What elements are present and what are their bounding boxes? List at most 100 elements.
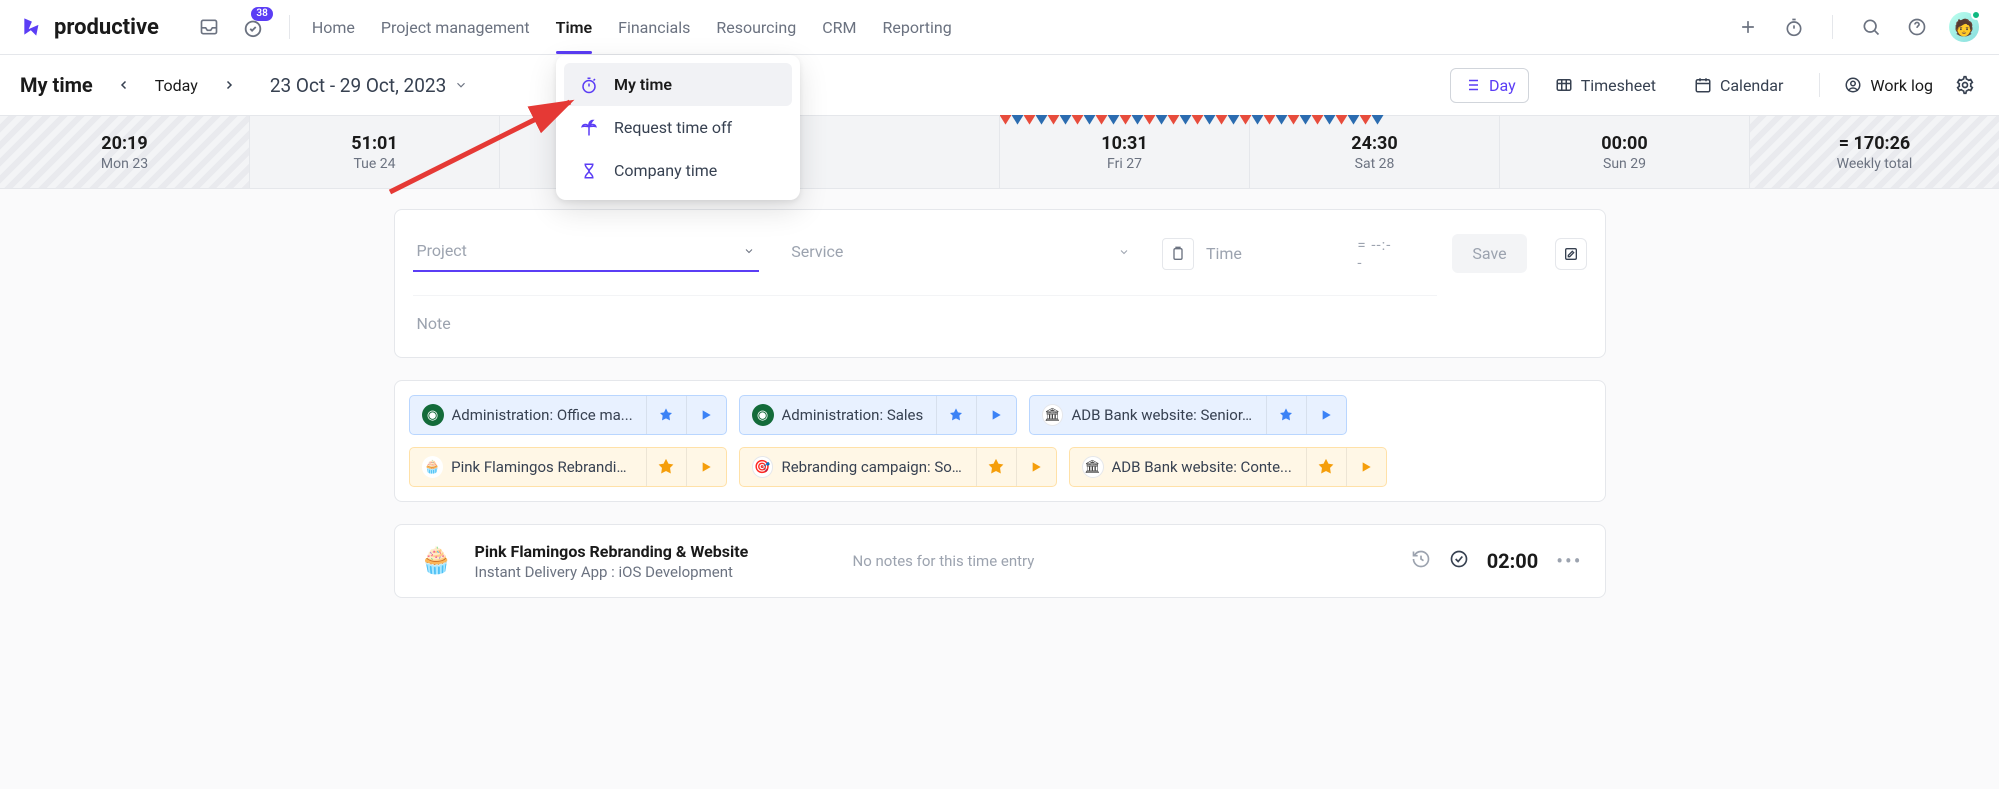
divider bbox=[1819, 73, 1820, 97]
view-timesheet-button[interactable]: Timesheet bbox=[1543, 69, 1668, 102]
settings-icon[interactable] bbox=[1951, 71, 1979, 99]
bank-icon: 🏛 bbox=[1042, 404, 1064, 426]
time-entry-card: Project Service Time = --:-- Save bbox=[394, 209, 1606, 358]
presence-dot bbox=[1971, 10, 1981, 20]
play-icon[interactable] bbox=[686, 396, 726, 434]
add-icon[interactable] bbox=[1734, 13, 1762, 41]
time-estimate: = --:-- bbox=[1357, 236, 1396, 272]
edit-entry-button[interactable] bbox=[1555, 238, 1587, 270]
clipboard-icon[interactable] bbox=[1162, 238, 1194, 270]
time-input-group: Time = --:-- bbox=[1162, 236, 1396, 272]
chip-admin-office[interactable]: ◉Administration: Office ma... bbox=[409, 395, 727, 435]
brand-logo[interactable]: productive bbox=[20, 14, 159, 40]
work-log-button[interactable]: Work log bbox=[1844, 76, 1933, 95]
hourglass-icon bbox=[578, 162, 600, 180]
log-duration: 02:00 bbox=[1487, 549, 1539, 573]
chevron-down-icon bbox=[1118, 246, 1130, 258]
nav-home[interactable]: Home bbox=[312, 2, 355, 53]
user-clock-icon bbox=[1844, 76, 1862, 94]
pin-icon[interactable] bbox=[1266, 396, 1306, 434]
history-icon[interactable] bbox=[1411, 549, 1431, 573]
inbox-icon[interactable] bbox=[195, 13, 223, 41]
chip-admin-sales[interactable]: ◉Administration: Sales bbox=[739, 395, 1017, 435]
play-icon[interactable] bbox=[976, 396, 1016, 434]
chip-adb-senior[interactable]: 🏛ADB Bank website: Senior... bbox=[1029, 395, 1347, 435]
dropdown-request-time-off[interactable]: Request time off bbox=[564, 106, 792, 149]
nav-resourcing[interactable]: Resourcing bbox=[716, 2, 796, 53]
pin-icon[interactable] bbox=[646, 396, 686, 434]
globe-icon: ◉ bbox=[422, 404, 444, 426]
log-note: No notes for this time entry bbox=[853, 552, 1393, 570]
play-icon[interactable] bbox=[1346, 448, 1386, 486]
pin-icon[interactable] bbox=[936, 396, 976, 434]
more-icon[interactable]: ••• bbox=[1556, 549, 1582, 573]
nav-reporting[interactable]: Reporting bbox=[883, 2, 952, 53]
time-log-entry[interactable]: 🧁 Pink Flamingos Rebranding & Website In… bbox=[394, 524, 1606, 598]
nav-crm[interactable]: CRM bbox=[822, 2, 856, 53]
approvals-badge: 38 bbox=[251, 7, 272, 21]
chip-pink-flamingos[interactable]: 🧁Pink Flamingos Rebrandin... bbox=[409, 447, 727, 487]
day-col-tue[interactable]: 51:01 Tue 24 bbox=[250, 116, 500, 188]
service-select[interactable]: Service bbox=[787, 236, 1134, 271]
log-title: Pink Flamingos Rebranding & Website bbox=[475, 542, 835, 561]
dropdown-my-time[interactable]: My time bbox=[564, 63, 792, 106]
topbar-right: 🧑 bbox=[1734, 12, 1979, 42]
nav-time[interactable]: Time bbox=[556, 2, 593, 53]
date-range-label: 23 Oct - 29 Oct, 2023 bbox=[270, 74, 446, 97]
page-title: My time bbox=[20, 73, 93, 97]
week-days-row: 20:19 Mon 23 51:01 Tue 24 30:20 Wed 25 1… bbox=[0, 116, 1999, 189]
time-input[interactable]: Time bbox=[1206, 244, 1345, 263]
globe-icon: ◉ bbox=[752, 404, 774, 426]
pin-outline-icon[interactable] bbox=[1306, 448, 1346, 486]
view-calendar-button[interactable]: Calendar bbox=[1682, 69, 1795, 102]
list-icon bbox=[1463, 76, 1481, 94]
approvals-icon[interactable]: 38 bbox=[239, 13, 267, 41]
pin-outline-icon[interactable] bbox=[646, 448, 686, 486]
view-day-button[interactable]: Day bbox=[1450, 68, 1529, 103]
day-col-mon[interactable]: 20:19 Mon 23 bbox=[0, 116, 250, 188]
topbar: productive 38 Home Project management Ti… bbox=[0, 0, 1999, 55]
chevron-down-icon bbox=[743, 245, 755, 257]
user-avatar[interactable]: 🧑 bbox=[1949, 12, 1979, 42]
time-dropdown: My time Request time off Company time bbox=[556, 55, 800, 200]
prev-week-button[interactable] bbox=[111, 72, 137, 98]
play-icon[interactable] bbox=[686, 448, 726, 486]
note-input[interactable]: Note bbox=[413, 295, 1437, 339]
view-switch: Day Timesheet Calendar bbox=[1450, 68, 1795, 103]
stopwatch-icon bbox=[578, 76, 600, 94]
favorites-card: ◉Administration: Office ma... ◉Administr… bbox=[394, 380, 1606, 502]
search-icon[interactable] bbox=[1857, 13, 1885, 41]
nav-financials[interactable]: Financials bbox=[618, 2, 690, 53]
save-button[interactable]: Save bbox=[1452, 234, 1526, 273]
target-icon: 🎯 bbox=[752, 456, 774, 478]
help-icon[interactable] bbox=[1903, 13, 1931, 41]
content-area: Project Service Time = --:-- Save bbox=[0, 189, 1999, 789]
day-col-sun[interactable]: 00:00 Sun 29 bbox=[1500, 116, 1750, 188]
dropdown-company-time[interactable]: Company time bbox=[564, 149, 792, 192]
today-button[interactable]: Today bbox=[155, 76, 198, 95]
brand-mark-icon bbox=[20, 14, 46, 40]
cupcake-icon: 🧁 bbox=[422, 456, 444, 478]
play-icon[interactable] bbox=[1016, 448, 1056, 486]
pin-outline-icon[interactable] bbox=[976, 448, 1016, 486]
main-nav: Home Project management Time Financials … bbox=[312, 2, 952, 53]
log-subtitle: Instant Delivery App : iOS Development bbox=[475, 563, 835, 581]
brand-name: productive bbox=[54, 15, 159, 40]
play-icon[interactable] bbox=[1306, 396, 1346, 434]
chevron-down-icon bbox=[454, 78, 468, 92]
nav-project-management[interactable]: Project management bbox=[381, 2, 530, 53]
project-select[interactable]: Project bbox=[413, 235, 760, 272]
divider bbox=[289, 15, 290, 39]
chip-rebranding-campaign[interactable]: 🎯Rebranding campaign: So... bbox=[739, 447, 1057, 487]
check-circle-icon[interactable] bbox=[1449, 549, 1469, 573]
divider bbox=[1832, 15, 1833, 39]
grid-icon bbox=[1555, 76, 1573, 94]
next-week-button[interactable] bbox=[216, 72, 242, 98]
cupcake-icon: 🧁 bbox=[417, 541, 457, 581]
date-range-picker[interactable]: 23 Oct - 29 Oct, 2023 bbox=[270, 74, 468, 97]
chip-adb-content[interactable]: 🏛ADB Bank website: Conte... bbox=[1069, 447, 1387, 487]
subbar: My time Today 23 Oct - 29 Oct, 2023 Day … bbox=[0, 55, 1999, 116]
stopwatch-icon[interactable] bbox=[1780, 13, 1808, 41]
holiday-flags bbox=[1000, 115, 1500, 127]
day-col-total: = 170:26 Weekly total bbox=[1750, 116, 1999, 188]
